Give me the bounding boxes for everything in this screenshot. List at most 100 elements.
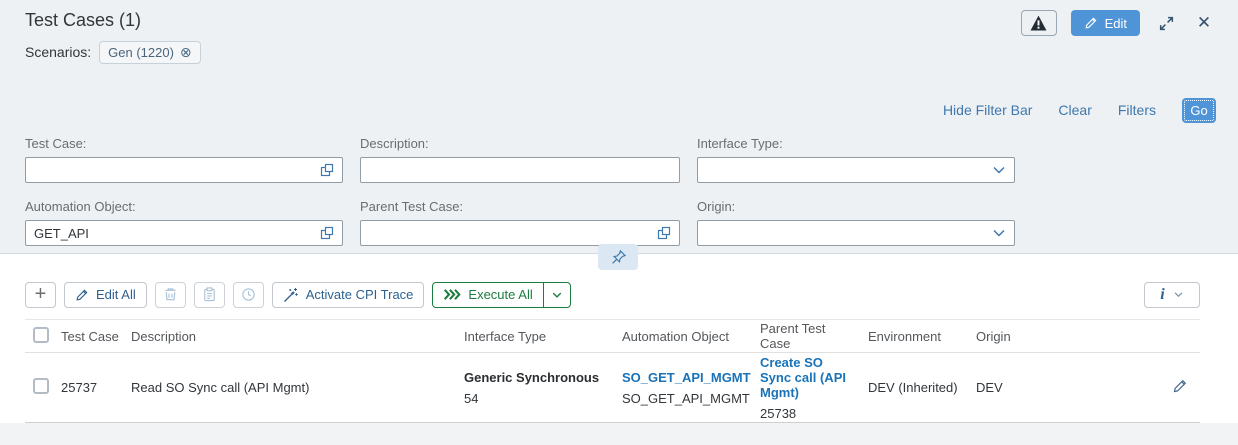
edit-button-label: Edit bbox=[1105, 16, 1127, 31]
edit-button[interactable]: Edit bbox=[1071, 10, 1140, 36]
filter-field-interface-type: Interface Type: bbox=[697, 136, 1015, 183]
column-header-description[interactable]: Description bbox=[131, 329, 464, 344]
add-row-button[interactable]: + bbox=[25, 282, 56, 308]
chevron-down-icon[interactable] bbox=[991, 225, 1007, 241]
warning-icon bbox=[1030, 15, 1047, 31]
value-help-icon[interactable] bbox=[319, 162, 335, 178]
go-button[interactable]: Go bbox=[1182, 98, 1216, 123]
execute-all-menu-arrow[interactable] bbox=[543, 283, 570, 307]
table-row[interactable]: 25737 Read SO Sync call (API Mgmt) Gener… bbox=[25, 353, 1200, 423]
pencil-icon bbox=[1084, 16, 1098, 30]
execute-all-button[interactable]: Execute All bbox=[433, 283, 542, 307]
test-case-filter-input[interactable] bbox=[26, 158, 342, 182]
origin-select-value[interactable] bbox=[698, 221, 1014, 245]
scenario-token[interactable]: Gen (1220) ⊗ bbox=[99, 41, 201, 64]
chevron-down-icon bbox=[551, 289, 563, 301]
remove-token-icon[interactable]: ⊗ bbox=[180, 44, 192, 61]
automation-object-filter-input[interactable] bbox=[26, 221, 342, 245]
filter-field-origin: Origin: bbox=[697, 199, 1015, 246]
automation-object-filter-label: Automation Object: bbox=[25, 199, 343, 215]
table-section: + Edit All bbox=[0, 254, 1238, 445]
cell-test-case: 25737 bbox=[61, 380, 131, 395]
header-and-filter-section: Test Cases (1) Edit bbox=[0, 0, 1238, 254]
page-header: Test Cases (1) Edit bbox=[25, 10, 1216, 36]
cell-environment: DEV (Inherited) bbox=[868, 380, 976, 395]
description-filter-input[interactable] bbox=[361, 158, 679, 182]
row-checkbox[interactable] bbox=[33, 378, 49, 394]
pin-filter-bar-button[interactable] bbox=[598, 244, 638, 270]
table-header-row: Test Case Description Interface Type Aut… bbox=[25, 319, 1200, 353]
edit-all-label: Edit All bbox=[96, 287, 136, 302]
test-cases-table-card: + Edit All bbox=[25, 254, 1200, 423]
interface-type-select-value[interactable] bbox=[698, 158, 1014, 182]
table-toolbar: + Edit All bbox=[25, 281, 1200, 308]
filter-field-automation-object: Automation Object: bbox=[25, 199, 343, 246]
scenarios-label: Scenarios: bbox=[25, 44, 91, 60]
magic-wand-icon bbox=[283, 287, 299, 303]
value-help-icon[interactable] bbox=[319, 225, 335, 241]
row-edit-icon[interactable] bbox=[1172, 378, 1188, 394]
activate-cpi-trace-label: Activate CPI Trace bbox=[306, 287, 414, 302]
plus-icon: + bbox=[35, 284, 47, 304]
clipboard-icon bbox=[202, 287, 217, 302]
close-icon: ✕ bbox=[1197, 13, 1211, 33]
parent-test-case-link[interactable]: Create SO Sync call (API Mgmt) bbox=[760, 355, 856, 400]
value-help-icon[interactable] bbox=[656, 225, 672, 241]
column-header-parent-test-case[interactable]: Parent Test Case bbox=[760, 321, 868, 351]
hide-filter-bar-link[interactable]: Hide Filter Bar bbox=[943, 102, 1032, 118]
clock-icon bbox=[241, 287, 256, 302]
activate-cpi-trace-button[interactable]: Activate CPI Trace bbox=[272, 282, 425, 308]
table-info-menu-button[interactable]: i bbox=[1144, 282, 1200, 308]
origin-select[interactable] bbox=[697, 220, 1015, 246]
interface-type-select[interactable] bbox=[697, 157, 1015, 183]
automation-object-id: SO_GET_API_MGMT bbox=[622, 391, 748, 406]
cell-row-actions bbox=[1172, 378, 1200, 397]
description-filter-label: Description: bbox=[360, 136, 680, 152]
test-case-filter-label: Test Case: bbox=[25, 136, 343, 152]
expand-button[interactable] bbox=[1154, 11, 1178, 35]
pin-icon bbox=[610, 249, 627, 266]
triple-chevron-icon bbox=[443, 288, 461, 301]
filter-field-description: Description: bbox=[360, 136, 680, 183]
execute-all-split-button: Execute All bbox=[432, 282, 570, 308]
filter-field-test-case: Test Case: bbox=[25, 136, 343, 183]
column-header-test-case[interactable]: Test Case bbox=[61, 329, 131, 344]
chevron-down-icon[interactable] bbox=[991, 162, 1007, 178]
fullscreen-icon bbox=[1158, 15, 1175, 32]
interface-type-filter-label: Interface Type: bbox=[697, 136, 1015, 152]
select-all-checkbox[interactable] bbox=[33, 327, 49, 343]
pencil-icon bbox=[75, 288, 89, 302]
filter-field-parent-test-case: Parent Test Case: bbox=[360, 199, 680, 246]
column-header-automation-object[interactable]: Automation Object bbox=[622, 329, 760, 344]
test-cases-page: Test Cases (1) Edit bbox=[0, 0, 1238, 445]
close-button[interactable]: ✕ bbox=[1192, 11, 1216, 35]
origin-filter-label: Origin: bbox=[697, 199, 1015, 215]
filters-link[interactable]: Filters bbox=[1118, 102, 1156, 118]
parent-test-case-filter-input[interactable] bbox=[361, 221, 679, 245]
clear-link[interactable]: Clear bbox=[1058, 102, 1091, 118]
cell-interface-type: Generic Synchronous 54 bbox=[464, 370, 622, 406]
scenarios-row: Scenarios: Gen (1220) ⊗ bbox=[25, 40, 1216, 64]
automation-object-link[interactable]: SO_GET_API_MGMT bbox=[622, 370, 748, 385]
messages-button[interactable] bbox=[1021, 10, 1057, 36]
column-header-environment[interactable]: Environment bbox=[868, 329, 976, 344]
header-actions: Edit ✕ bbox=[1021, 10, 1216, 36]
info-icon: i bbox=[1160, 286, 1164, 304]
paste-button[interactable] bbox=[194, 282, 225, 308]
trash-icon bbox=[163, 287, 178, 302]
chevron-down-icon bbox=[1173, 289, 1184, 300]
column-header-origin[interactable]: Origin bbox=[976, 329, 1106, 344]
page-title: Test Cases (1) bbox=[25, 10, 141, 31]
execute-all-label: Execute All bbox=[468, 287, 532, 302]
edit-all-button[interactable]: Edit All bbox=[64, 282, 147, 308]
cell-parent-test-case: Create SO Sync call (API Mgmt) 25738 bbox=[760, 355, 868, 421]
column-header-interface-type[interactable]: Interface Type bbox=[464, 329, 622, 344]
history-button[interactable] bbox=[233, 282, 264, 308]
cell-origin: DEV bbox=[976, 380, 1106, 395]
parent-test-case-id: 25738 bbox=[760, 406, 856, 421]
interface-type-id: 54 bbox=[464, 391, 610, 406]
content-background bbox=[0, 423, 1238, 445]
cell-automation-object: SO_GET_API_MGMT SO_GET_API_MGMT bbox=[622, 370, 760, 406]
filter-bar-actions: Hide Filter Bar Clear Filters Go bbox=[25, 100, 1216, 120]
delete-button[interactable] bbox=[155, 282, 186, 308]
